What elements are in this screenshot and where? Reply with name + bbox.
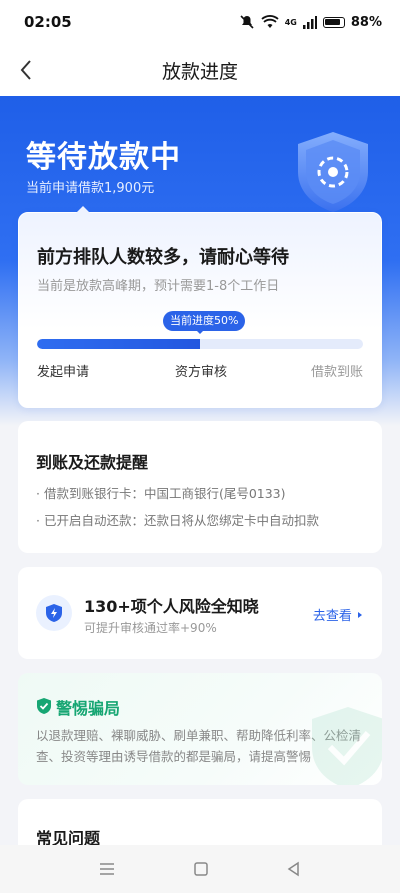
step-review: 资方审核 (175, 365, 228, 380)
caret-right-icon (358, 612, 362, 618)
risk-shield-icon (36, 595, 72, 631)
back-button[interactable] (12, 56, 40, 84)
fraud-warning-card: 警惕骗局 以退款理赔、裸聊威胁、刷单兼职、帮助降低利率、公检清查、投资等理由诱导… (18, 673, 382, 785)
status-icons: 4G 88% (239, 14, 382, 30)
queue-desc: 当前是放款高峰期，预计需要1-8个工作日 (37, 279, 280, 294)
menu-icon[interactable] (98, 862, 116, 876)
view-risk-link[interactable]: 去查看 (313, 605, 364, 624)
reminder-card: 到账及还款提醒 · 借款到账银行卡：中国工商银行(尾号0133) · 已开启自动… (18, 421, 382, 553)
progress-fill (37, 339, 200, 349)
reminder-title: 到账及还款提醒 (36, 453, 149, 472)
progress-chip: 当前进度50% (163, 311, 246, 331)
home-icon[interactable] (193, 861, 209, 877)
view-risk-label: 去查看 (312, 609, 352, 624)
progress-card: 前方排队人数较多，请耐心等待 当前是放款高峰期，预计需要1-8个工作日 当前进度… (18, 206, 382, 408)
reminder-bank-line: · 借款到账银行卡：中国工商银行(尾号0133) (36, 486, 286, 501)
progress-chip-tail (196, 330, 204, 334)
system-nav-bar (0, 845, 400, 893)
hero-title: 等待放款中 (26, 140, 181, 175)
battery-level: 88% (350, 14, 382, 30)
risk-subtitle: 可提升审核通过率+90% (84, 621, 217, 635)
network-label: 4G (284, 17, 297, 27)
status-time: 02:05 (24, 13, 72, 31)
status-bar: 02:05 4G 88% (0, 0, 400, 44)
wifi-icon (261, 15, 279, 28)
mute-icon (240, 15, 254, 29)
card-pointer (75, 206, 91, 214)
queue-title: 前方排队人数较多，请耐心等待 (37, 247, 289, 268)
progress-track (37, 339, 363, 349)
fraud-title: 警惕骗局 (56, 699, 121, 718)
hero-subtitle: 当前申请借款1,900元 (26, 181, 155, 196)
check-shield-icon (37, 698, 51, 714)
chevron-left-icon (20, 60, 31, 80)
step-funded: 借款到账 (310, 365, 363, 380)
risk-card[interactable]: 130+项个人风险全知晓 可提升审核通过率+90% 去查看 (18, 567, 382, 659)
signal-icon (302, 15, 317, 29)
shield-logo-icon (298, 132, 368, 212)
reminder-autopay-line: · 已开启自动还款：还款日将从您绑定卡中自动扣款 (36, 513, 319, 528)
battery-icon (322, 16, 345, 28)
page-title: 放款进度 (161, 60, 238, 83)
risk-title: 130+项个人风险全知晓 (84, 597, 259, 616)
step-apply: 发起申请 (37, 365, 90, 380)
nav-bar: 放款进度 (0, 44, 400, 96)
back-triangle-icon[interactable] (286, 861, 302, 877)
shield-watermark-icon (312, 707, 382, 785)
